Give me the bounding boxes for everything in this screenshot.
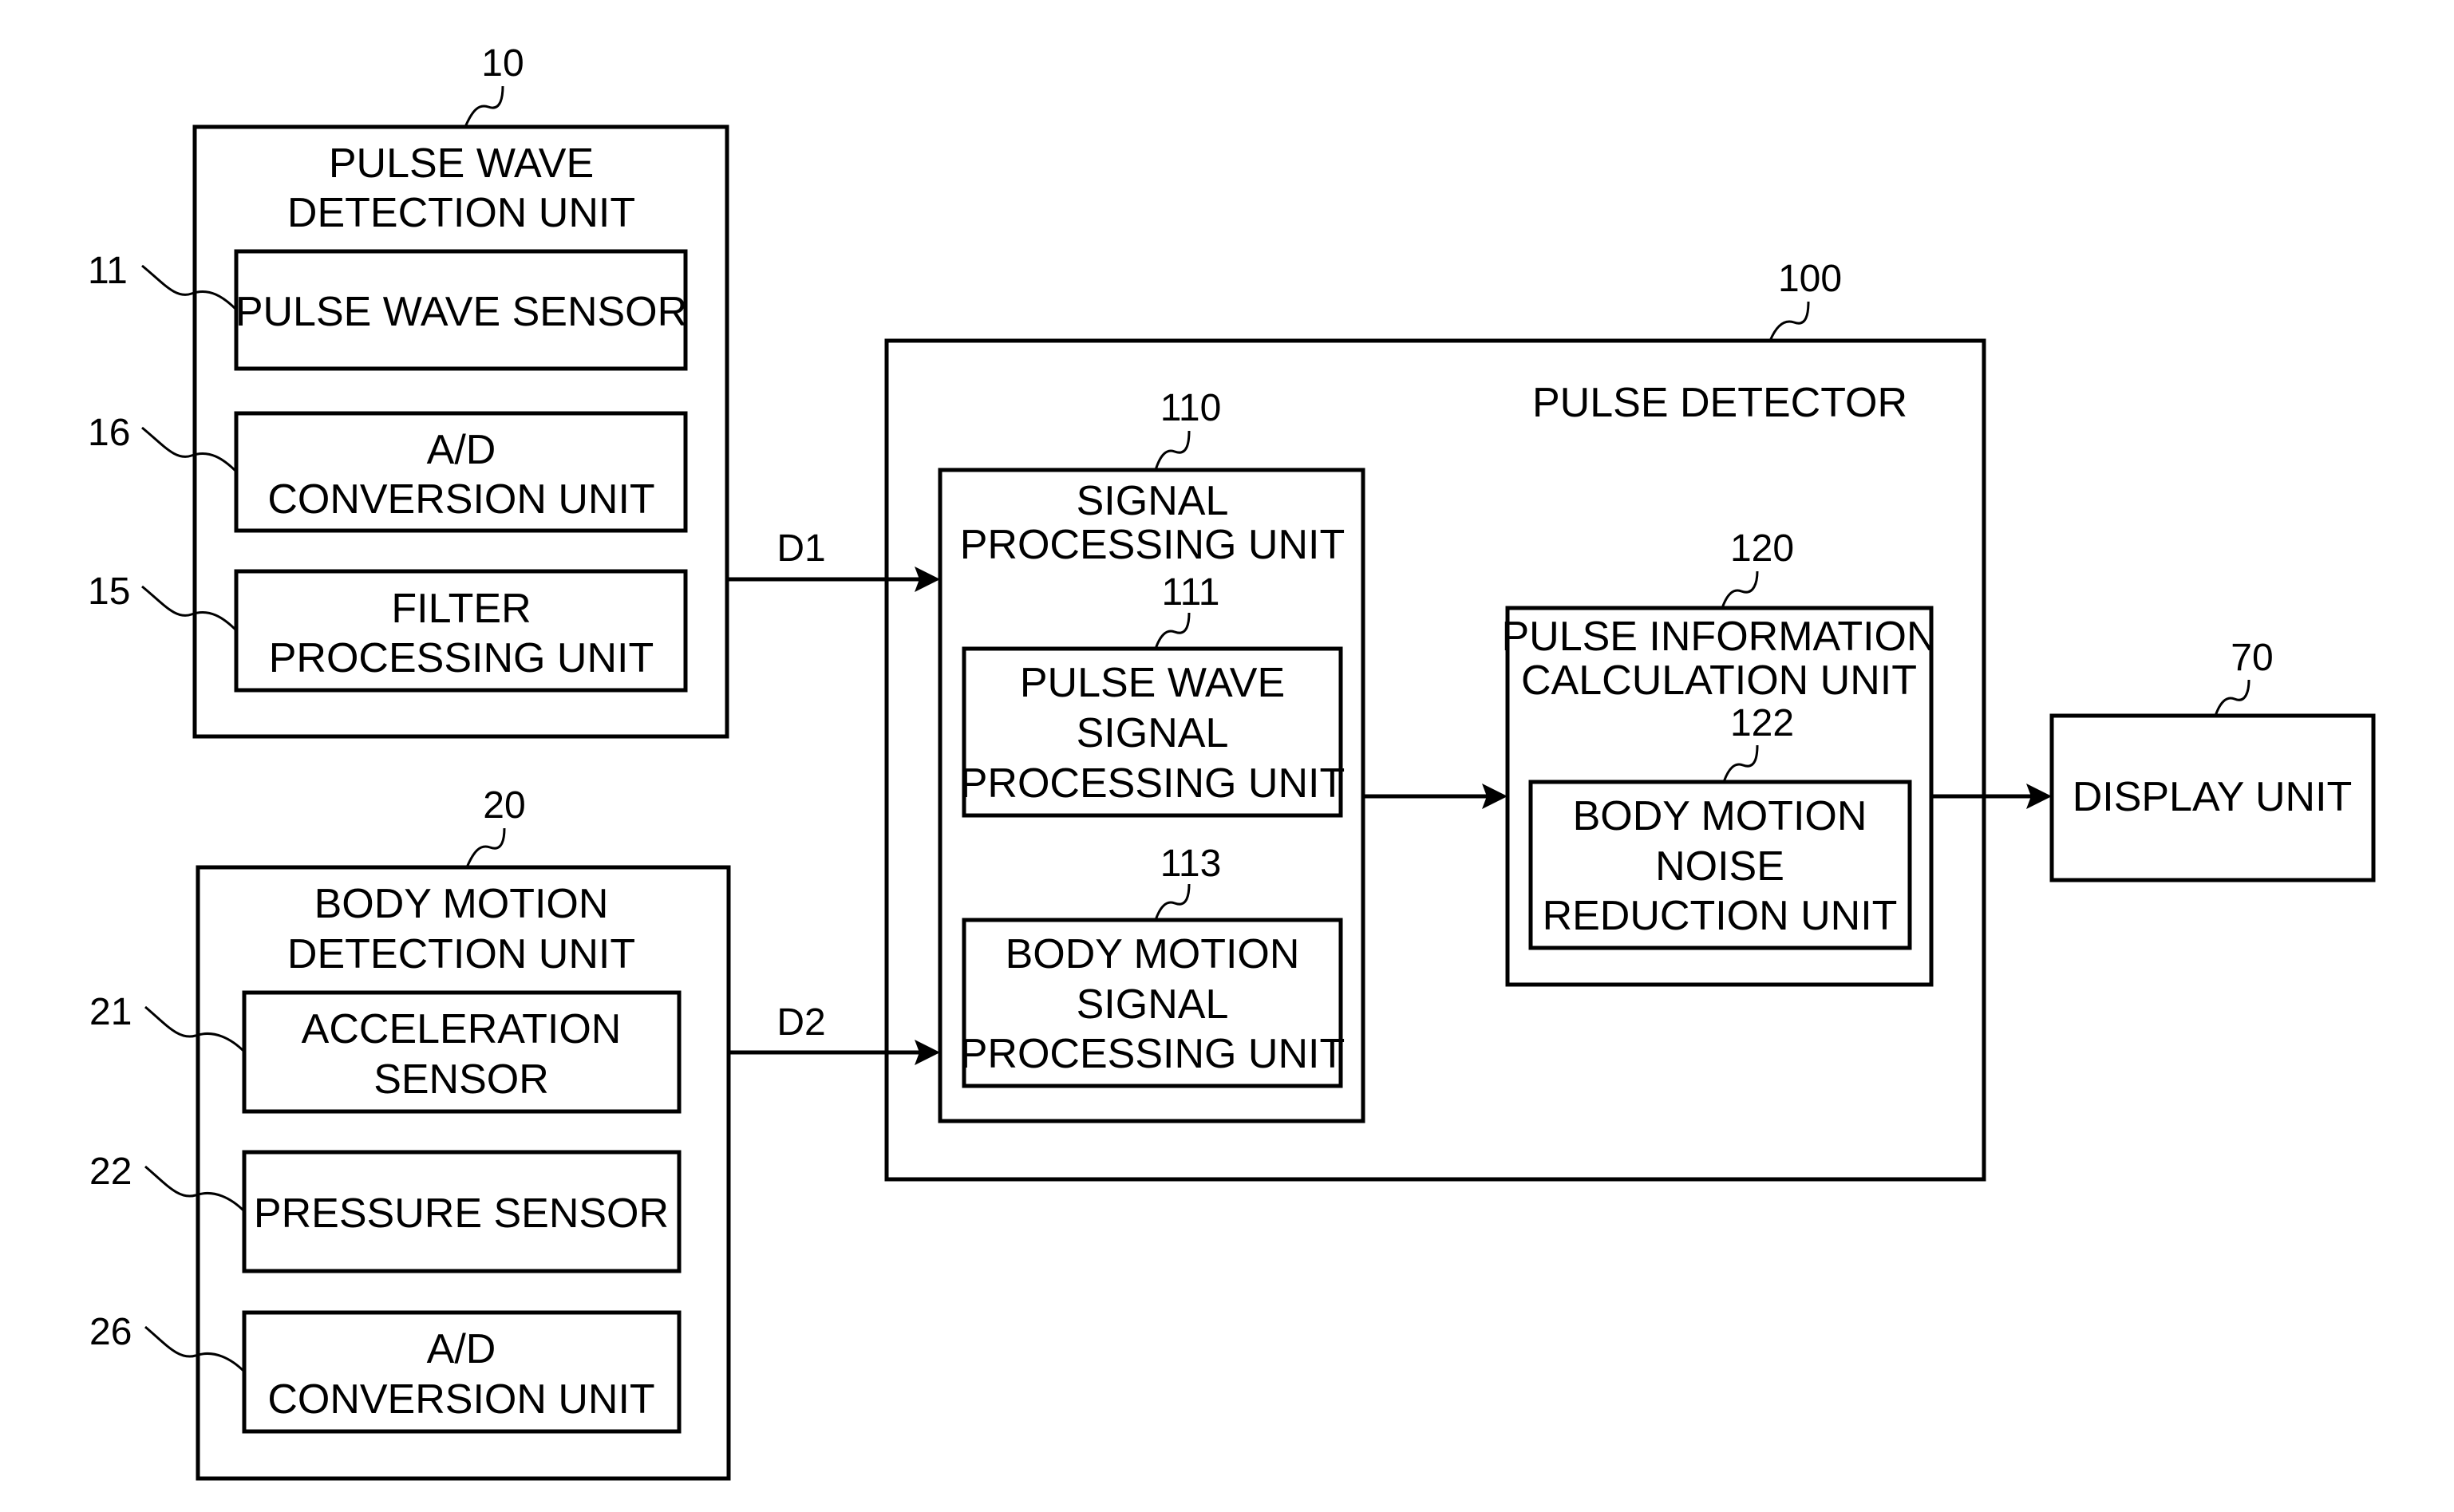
leader-line-100 bbox=[1768, 301, 1810, 341]
pressure-sensor-label: PRESSURE SENSOR bbox=[254, 1190, 669, 1237]
ref-number-111: 111 bbox=[1162, 571, 1220, 614]
pulse-wave-detection-unit-label-line2: DETECTION UNIT bbox=[287, 190, 635, 236]
body-motion-noise-reduction-unit-label-line3: REDUCTION UNIT bbox=[1543, 893, 1898, 939]
ad-conversion-unit-26-label-line2: CONVERSION UNIT bbox=[267, 1376, 654, 1423]
leader-line-20 bbox=[465, 827, 506, 868]
ref-number-113: 113 bbox=[1160, 843, 1222, 885]
pulse-wave-signal-processing-unit-label-line1: PULSE WAVE bbox=[1020, 660, 1285, 706]
pulse-wave-sensor-label: PULSE WAVE SENSOR bbox=[235, 289, 687, 335]
ref-number-11: 11 bbox=[88, 250, 128, 292]
filter-processing-unit-label-line1: FILTER bbox=[391, 586, 531, 632]
edge-label-d2: D2 bbox=[777, 1001, 825, 1044]
leader-line-10 bbox=[464, 85, 504, 128]
ad-conversion-unit-16: A/D CONVERSION UNIT 16 bbox=[88, 411, 688, 533]
acceleration-sensor-label-line2: SENSOR bbox=[373, 1056, 549, 1103]
acceleration-sensor-label-line1: ACCELERATION bbox=[302, 1006, 622, 1052]
ad-conversion-unit-26: A/D CONVERSION UNIT 26 bbox=[89, 1310, 682, 1434]
pulse-information-calculation-unit-label-line1: PULSE INFORMATION bbox=[1501, 614, 1936, 660]
ref-number-70: 70 bbox=[2231, 637, 2273, 679]
ref-number-120: 120 bbox=[1730, 527, 1794, 570]
pulse-wave-detection-unit-label-line1: PULSE WAVE bbox=[329, 140, 594, 187]
pulse-wave-signal-processing-unit-label-line2: SIGNAL bbox=[1077, 710, 1229, 756]
display-unit: DISPLAY UNIT 70 bbox=[2049, 637, 2376, 882]
acceleration-sensor: ACCELERATION SENSOR 21 bbox=[89, 990, 682, 1114]
body-motion-noise-reduction-unit-label-line1: BODY MOTION bbox=[1573, 793, 1867, 839]
signal-processing-unit-label-line2: PROCESSING UNIT bbox=[960, 522, 1346, 568]
ref-number-110: 110 bbox=[1160, 387, 1222, 429]
ad-conversion-unit-16-label-line2: CONVERSION UNIT bbox=[267, 476, 654, 523]
body-motion-signal-processing-unit-label-line1: BODY MOTION bbox=[1006, 931, 1300, 977]
edge-label-d1: D1 bbox=[777, 527, 825, 570]
ref-number-16: 16 bbox=[88, 412, 130, 454]
pressure-sensor: PRESSURE SENSOR 22 bbox=[89, 1150, 682, 1273]
body-motion-detection-unit-label-line1: BODY MOTION bbox=[314, 881, 609, 927]
ref-number-15: 15 bbox=[88, 570, 130, 613]
pulse-wave-sensor: PULSE WAVE SENSOR 11 bbox=[88, 249, 688, 371]
pulse-wave-signal-processing-unit-label-line3: PROCESSING UNIT bbox=[960, 760, 1346, 807]
ad-conversion-unit-16-label-line1: A/D bbox=[427, 427, 496, 473]
ref-number-26: 26 bbox=[89, 1311, 132, 1353]
ref-number-10: 10 bbox=[481, 42, 524, 85]
block-diagram: PULSE WAVE DETECTION UNIT 10 PULSE WAVE … bbox=[88, 42, 2376, 1481]
body-motion-noise-reduction-unit-label-line2: NOISE bbox=[1655, 843, 1784, 890]
pulse-detector-label: PULSE DETECTOR bbox=[1532, 380, 1907, 426]
ref-number-22: 22 bbox=[89, 1151, 132, 1193]
ref-number-122: 122 bbox=[1730, 702, 1794, 744]
filter-processing-unit: FILTER PROCESSING UNIT 15 bbox=[88, 569, 688, 693]
body-motion-detection-unit-label-line2: DETECTION UNIT bbox=[287, 931, 635, 977]
leader-line-70 bbox=[2214, 679, 2250, 717]
body-motion-signal-processing-unit-label-line3: PROCESSING UNIT bbox=[960, 1031, 1346, 1077]
display-unit-label: DISPLAY UNIT bbox=[2073, 774, 2353, 820]
ad-conversion-unit-26-label-line1: A/D bbox=[427, 1326, 496, 1372]
ref-number-21: 21 bbox=[89, 991, 132, 1033]
filter-processing-unit-label-line2: PROCESSING UNIT bbox=[269, 635, 654, 681]
signal-processing-unit-label-line1: SIGNAL bbox=[1077, 478, 1229, 524]
pulse-information-calculation-unit-label-line2: CALCULATION UNIT bbox=[1521, 657, 1917, 704]
ref-number-100: 100 bbox=[1778, 258, 1842, 300]
body-motion-signal-processing-unit-label-line2: SIGNAL bbox=[1077, 981, 1229, 1028]
ref-number-20: 20 bbox=[483, 784, 525, 827]
